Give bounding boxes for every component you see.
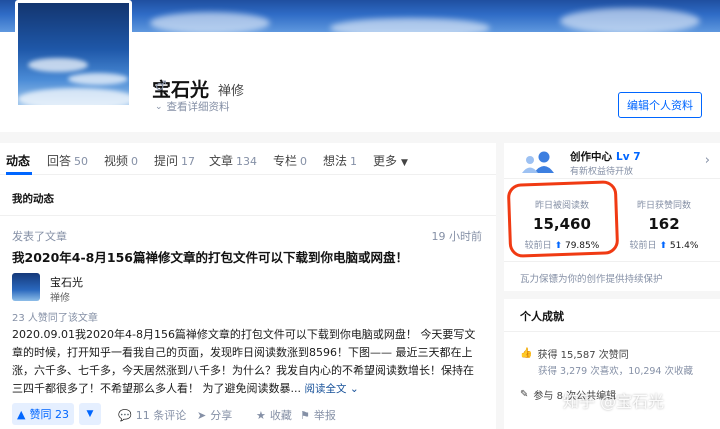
upvote-info: 23 人赞同了该文章 bbox=[12, 313, 98, 324]
tab-count: 17 bbox=[181, 155, 196, 168]
tab-questions[interactable]: 提问 17 bbox=[154, 152, 195, 169]
stat-value: 162 bbox=[648, 215, 680, 233]
comment-icon: 💬 bbox=[118, 408, 132, 422]
achievement-details: 获得 3,279 次喜欢，10,294 次收藏 bbox=[538, 366, 693, 377]
profile-headline: 禅修 bbox=[218, 84, 245, 99]
tab-count: 0 bbox=[131, 155, 139, 168]
article-actions: ▲ 赞同 23 ▼ 💬 11 条评论 ➤ 分享 ★ 收藏 ⚑ 举报 bbox=[12, 403, 492, 425]
creator-level: Lv 7 bbox=[616, 151, 641, 163]
divider bbox=[0, 215, 496, 216]
creator-subtitle: 有新权益待开放 bbox=[570, 167, 634, 177]
chevron-right-icon: › bbox=[704, 153, 710, 168]
profile-avatar[interactable] bbox=[15, 0, 132, 108]
tab-label: 视频 bbox=[104, 154, 129, 168]
report-label: 举报 bbox=[313, 409, 336, 422]
stat-change: 较前日 ⬆ 51.4% bbox=[614, 238, 714, 251]
comments-label: 11 条评论 bbox=[135, 409, 187, 422]
star-icon: ★ bbox=[256, 408, 266, 422]
collect-label: 收藏 bbox=[269, 409, 292, 422]
stat-label: 昨日获赞同数 bbox=[636, 201, 691, 211]
share-icon: ➤ bbox=[197, 408, 207, 422]
collect-button[interactable]: ★ 收藏 bbox=[256, 407, 292, 423]
read-more-label: 阅读全文 bbox=[304, 383, 347, 395]
author-name[interactable]: 宝石光 bbox=[50, 274, 83, 290]
divider bbox=[504, 331, 720, 332]
tab-count: 0 bbox=[300, 155, 308, 168]
comments-button[interactable]: 💬 11 条评论 bbox=[118, 407, 186, 423]
tab-label: 动态 bbox=[6, 154, 31, 168]
tab-thoughts[interactable]: 想法 1 bbox=[323, 152, 357, 169]
tab-label: 提问 bbox=[154, 154, 179, 168]
arrow-up-icon: ⬆ bbox=[659, 241, 667, 251]
tab-label: 更多 bbox=[373, 154, 398, 168]
stat-change-prefix: 较前日 bbox=[629, 241, 657, 251]
tab-label: 想法 bbox=[323, 154, 348, 168]
active-tab-indicator bbox=[6, 172, 32, 175]
tab-count: 1 bbox=[350, 155, 358, 168]
share-label: 分享 bbox=[210, 409, 233, 422]
tab-articles[interactable]: 文章 134 bbox=[209, 152, 257, 169]
read-more-link[interactable]: 阅读全文 ⌄ bbox=[305, 383, 359, 395]
achievement-upvotes: 👍 获得 15,587 次赞同 bbox=[520, 346, 629, 361]
thumbs-up-icon: 👍 bbox=[520, 348, 533, 359]
activity-card: 动态 回答 50 视频 0 提问 17 文章 134 专栏 0 想法 1 更多 ▼ 我的动态 … bbox=[0, 143, 496, 429]
chevron-down-icon: ⌄ bbox=[155, 101, 163, 112]
flag-icon: ⚑ bbox=[300, 408, 310, 422]
view-details-link[interactable]: ⌄ 查看详细资料 bbox=[155, 99, 230, 114]
tab-count: 134 bbox=[236, 155, 258, 168]
activity-time: 19 小时前 bbox=[431, 230, 483, 243]
triangle-down-icon: ▼ bbox=[86, 409, 94, 419]
male-icon: ♂ bbox=[155, 79, 167, 94]
tab-count: 50 bbox=[74, 155, 89, 168]
stat-change-value: 51.4% bbox=[669, 241, 699, 251]
edit-icon: ✎ bbox=[520, 389, 529, 400]
tab-activity[interactable]: 动态 bbox=[6, 152, 30, 169]
creator-title: 创作中心 Lv 7 bbox=[570, 149, 641, 164]
protection-banner[interactable]: 瓦力保镖为你的创作提供持续保护 bbox=[504, 261, 720, 291]
article-title-link[interactable]: 我2020年4-8月156篇禅修文章的打包文件可以下载到你电脑或网盘！ bbox=[12, 247, 408, 266]
tab-videos[interactable]: 视频 0 bbox=[104, 152, 138, 169]
chevron-down-icon: ▼ bbox=[401, 158, 408, 168]
author-avatar[interactable] bbox=[12, 273, 40, 301]
tab-label: 文章 bbox=[209, 154, 234, 168]
tab-columns[interactable]: 专栏 0 bbox=[273, 152, 307, 169]
article-excerpt[interactable]: 2020.09.01我2020年4-8月156篇禅修文章的打包文件可以下载到你电… bbox=[12, 326, 484, 398]
tab-answers[interactable]: 回答 50 bbox=[47, 152, 88, 169]
share-button[interactable]: ➤ 分享 bbox=[197, 407, 232, 423]
tab-more[interactable]: 更多 ▼ bbox=[373, 152, 408, 169]
edit-profile-button[interactable]: 编辑个人资料 bbox=[618, 92, 702, 118]
creator-center-link[interactable]: 创作中心 Lv 7 有新权益待开放 › bbox=[504, 143, 720, 179]
protection-text: 瓦力保镖为你的创作提供持续保护 bbox=[520, 274, 663, 285]
downvote-button[interactable]: ▼ bbox=[79, 403, 101, 425]
author-info: 宝石光 禅修 bbox=[12, 273, 312, 304]
red-highlight-annotation bbox=[506, 180, 620, 258]
watermark: 知乎 @宝石光 bbox=[563, 392, 665, 411]
activity-action: 发表了文章 bbox=[12, 230, 67, 243]
chevron-down-icon: ⌄ bbox=[349, 383, 359, 395]
profile-tabs: 动态 回答 50 视频 0 提问 17 文章 134 专栏 0 想法 1 更多 ▼ bbox=[0, 143, 496, 175]
excerpt-text: 2020.09.01我2020年4-8月156篇禅修文章的打包文件可以下载到你电… bbox=[12, 328, 476, 395]
section-title: 我的动态 bbox=[12, 193, 54, 205]
triangle-up-icon: ▲ bbox=[17, 407, 26, 421]
achievements-title: 个人成就 bbox=[520, 310, 564, 323]
upvote-label: 赞同 23 bbox=[29, 408, 69, 421]
upvote-button[interactable]: ▲ 赞同 23 bbox=[12, 403, 74, 425]
tab-label: 专栏 bbox=[273, 154, 298, 168]
tab-label: 回答 bbox=[47, 154, 72, 168]
author-headline: 禅修 bbox=[50, 293, 70, 304]
report-button[interactable]: ⚑ 举报 bbox=[300, 407, 336, 423]
view-details-label: 查看详细资料 bbox=[166, 101, 230, 113]
stat-upvotes[interactable]: 昨日获赞同数 162 较前日 ⬆ 51.4% bbox=[614, 198, 714, 251]
creator-title-label: 创作中心 bbox=[570, 151, 612, 163]
achievement-upvotes-text: 获得 15,587 次赞同 bbox=[537, 350, 629, 361]
creator-people-icon bbox=[522, 151, 554, 173]
